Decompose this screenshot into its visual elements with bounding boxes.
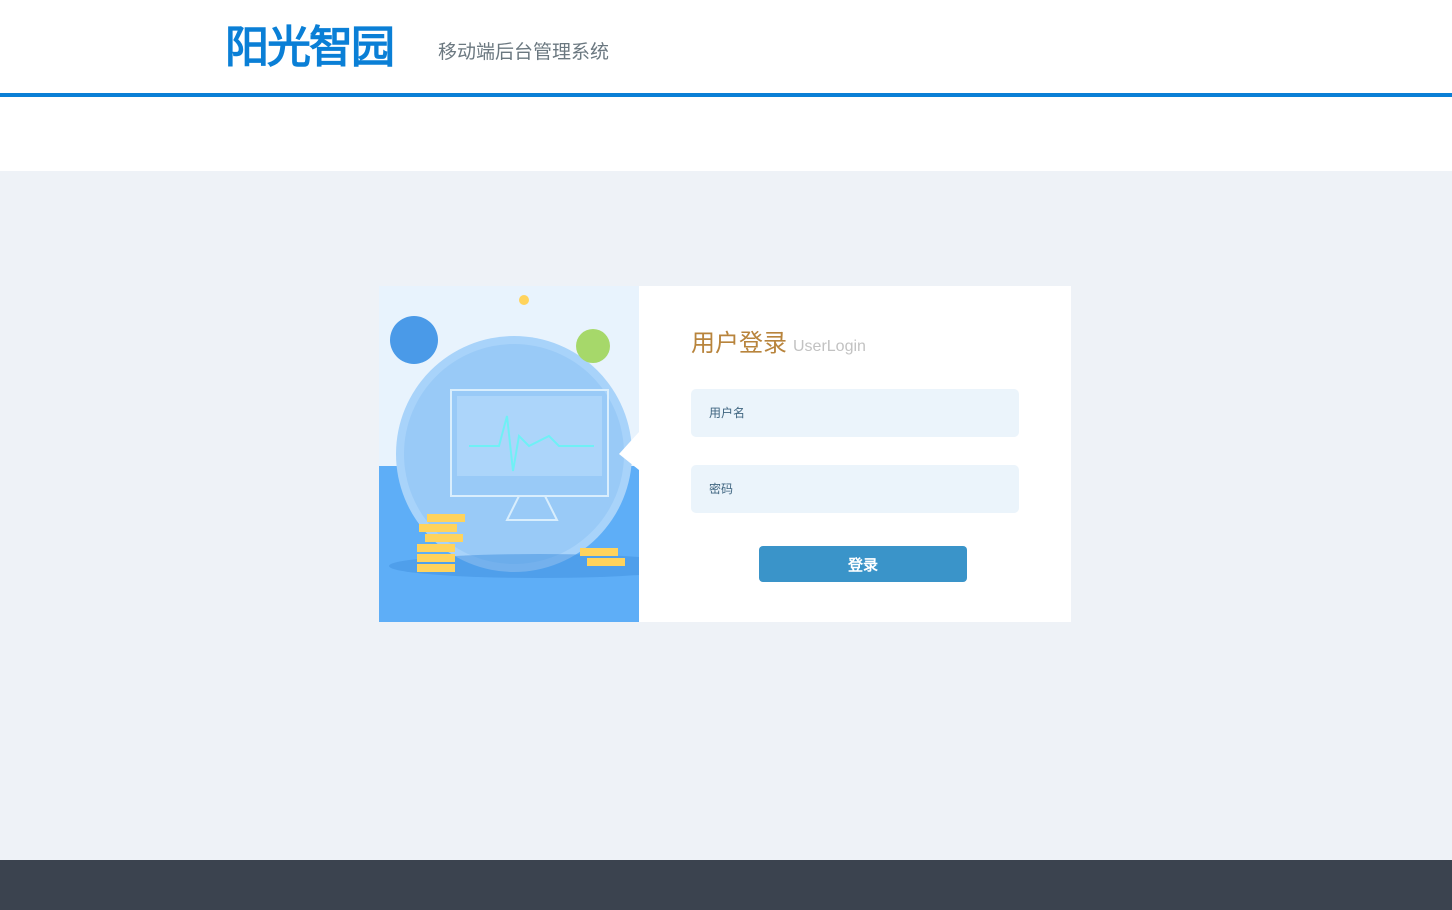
login-title-text: 用户登录	[691, 330, 787, 357]
header: 阳光智园 移动端后台管理系统	[0, 0, 1452, 93]
footer	[0, 860, 1452, 910]
password-input[interactable]	[691, 465, 1019, 513]
system-subtitle: 移动端后台管理系统	[438, 42, 610, 63]
login-button[interactable]: 登录	[759, 546, 967, 582]
login-card: 用户登录 UserLogin 登录	[379, 286, 1071, 622]
login-illustration	[379, 286, 639, 622]
login-title: 用户登录 UserLogin	[691, 323, 866, 358]
header-divider	[0, 93, 1452, 97]
username-input[interactable]	[691, 389, 1019, 437]
logo: 阳光智园	[225, 23, 395, 72]
login-title-en: UserLogin	[793, 338, 866, 355]
